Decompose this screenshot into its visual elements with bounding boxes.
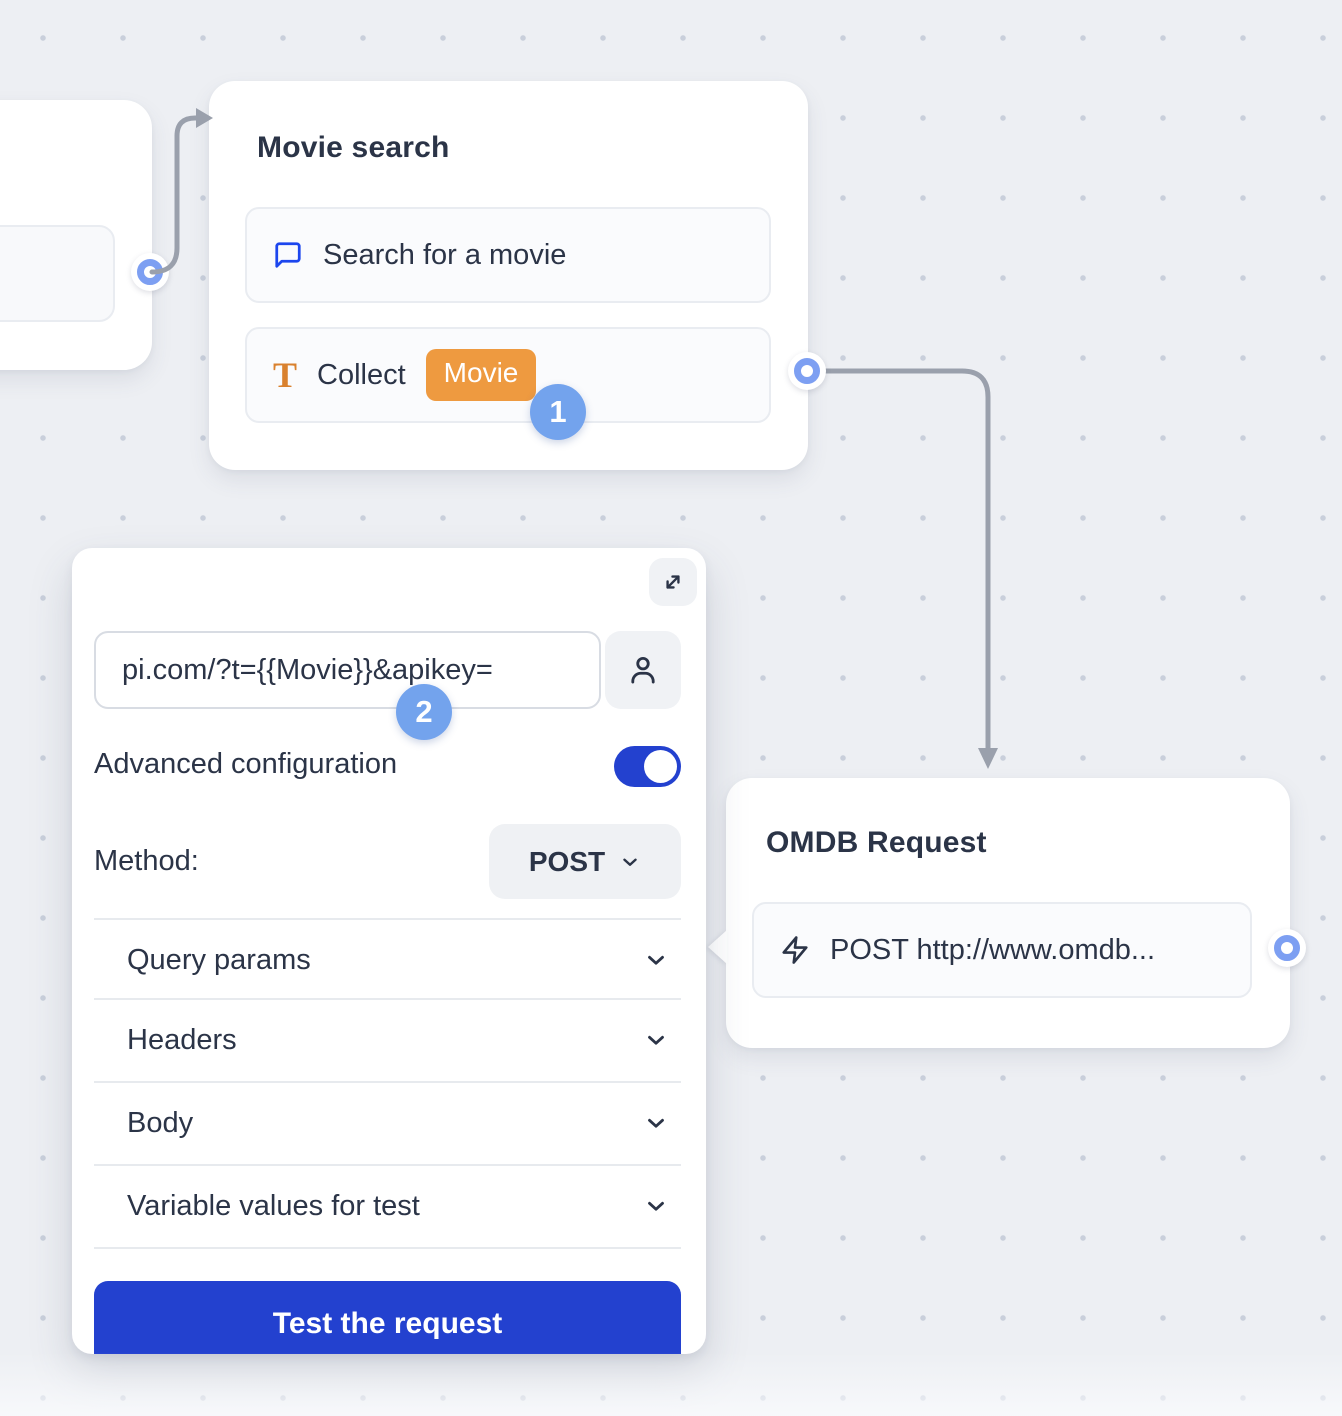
expand-icon: [660, 569, 686, 595]
accordion-label: Query params: [127, 944, 311, 977]
port-ring: [794, 358, 820, 384]
omdb-request-node[interactable]: OMDB Request POST http://www.omdb...: [726, 778, 1290, 1048]
step-marker-2: 2: [396, 684, 452, 740]
person-icon: [626, 653, 660, 687]
partial-node-output-port[interactable]: [131, 253, 169, 291]
partial-node-block[interactable]: [0, 225, 115, 322]
webhook-block-label: POST http://www.omdb...: [830, 934, 1155, 967]
chevron-down-icon: [643, 1193, 669, 1219]
port-ring: [137, 259, 163, 285]
chevron-down-icon: [643, 1110, 669, 1136]
connector-left-to-movie-search: [152, 118, 197, 272]
accordion-variable-values[interactable]: Variable values for test: [94, 1166, 681, 1246]
collect-block[interactable]: T Collect Movie: [245, 327, 771, 423]
accordion-label: Variable values for test: [127, 1190, 420, 1223]
divider: [94, 1247, 681, 1249]
text-input-icon: T: [273, 357, 297, 393]
accordion-body[interactable]: Body: [94, 1083, 681, 1163]
movie-search-node[interactable]: Movie search Search for a movie T Collec…: [209, 81, 808, 470]
node-editor-pointer: [708, 930, 727, 964]
test-request-button[interactable]: Test the request: [94, 1281, 681, 1354]
variable-badge[interactable]: Movie: [426, 349, 537, 400]
webhook-block[interactable]: POST http://www.omdb...: [752, 902, 1252, 998]
node-title: OMDB Request: [766, 826, 987, 860]
advanced-config-toggle[interactable]: [614, 746, 681, 787]
message-block[interactable]: Search for a movie: [245, 207, 771, 303]
zap-icon: [780, 935, 810, 965]
chevron-down-icon: [643, 947, 669, 973]
accordion-headers[interactable]: Headers: [94, 1000, 681, 1080]
chevron-down-icon: [619, 851, 641, 873]
movie-search-output-port[interactable]: [788, 352, 826, 390]
step-marker-1: 1: [530, 384, 586, 440]
chevron-down-icon: [643, 1027, 669, 1053]
message-block-label: Search for a movie: [323, 239, 566, 272]
person-button[interactable]: [605, 631, 681, 709]
accordion-query-params[interactable]: Query params: [94, 920, 681, 1000]
node-title: Movie search: [257, 131, 450, 165]
canvas-bottom-fade: [0, 1352, 1342, 1416]
partial-node-card[interactable]: [0, 100, 152, 370]
chat-bubble-icon: [273, 240, 303, 270]
request-url-input[interactable]: [94, 631, 601, 709]
omdb-output-port[interactable]: [1268, 929, 1306, 967]
connector-arrowhead-down: [978, 748, 998, 769]
accordion-label: Body: [127, 1107, 193, 1140]
port-ring: [1274, 935, 1300, 961]
method-dropdown[interactable]: POST: [489, 824, 681, 899]
method-value: POST: [529, 846, 605, 878]
advanced-configuration-label: Advanced configuration: [94, 748, 397, 781]
flow-canvas[interactable]: Movie search Search for a movie T Collec…: [0, 0, 1342, 1416]
toggle-knob: [644, 750, 677, 783]
method-label: Method:: [94, 845, 199, 878]
collect-block-label: Collect: [317, 359, 406, 392]
connector-movie-search-to-omdb: [822, 371, 988, 748]
node-editor-panel: Advanced configuration Method: POST Quer…: [72, 548, 706, 1354]
accordion-label: Headers: [127, 1024, 237, 1057]
expand-button[interactable]: [649, 558, 697, 606]
